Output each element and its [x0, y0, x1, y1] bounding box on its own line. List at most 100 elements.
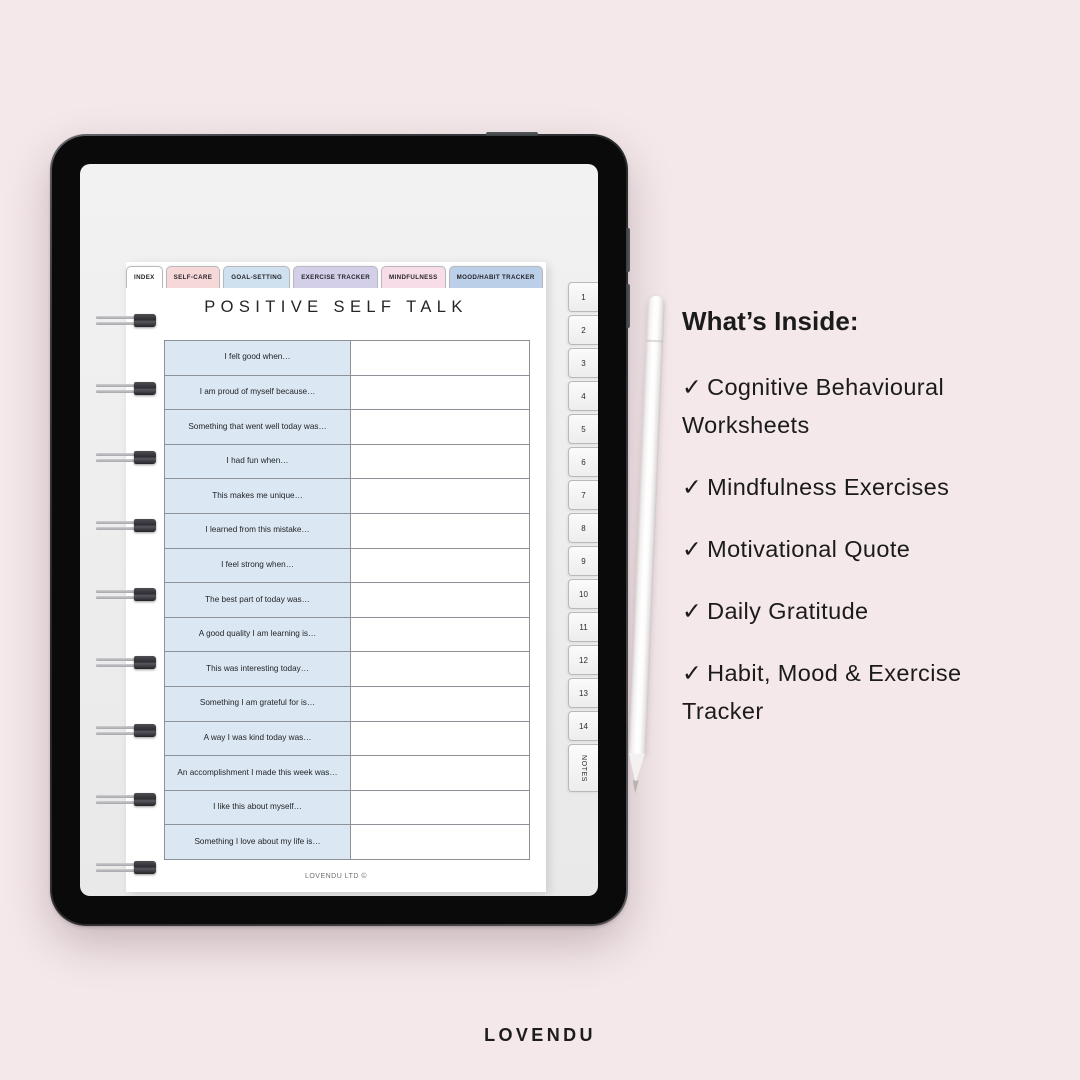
list-item-label: Cognitive Behavioural Worksheets [682, 374, 945, 439]
answer-input[interactable] [351, 479, 529, 513]
check-icon: ✓ [682, 374, 703, 400]
table-row: I like this about myself… [165, 790, 529, 826]
prompt-label: A good quality I am learning is… [165, 617, 351, 652]
prompt-label: The best part of today was… [165, 583, 351, 617]
page-tab-3[interactable]: 3 [568, 348, 598, 378]
category-tab-bar: INDEX SELF-CARE GOAL-SETTING EXERCISE TRACK… [126, 266, 543, 288]
answer-input[interactable] [351, 756, 529, 790]
prompt-label: This makes me unique… [165, 479, 351, 513]
power-button[interactable] [486, 132, 538, 136]
tablet-device: INDEX SELF-CARE GOAL-SETTING EXERCISE TRACK… [50, 132, 630, 926]
whats-inside-panel: What’s Inside: ✓ Cognitive Behavioural Wo… [682, 306, 1038, 754]
stylus-pencil [627, 295, 665, 794]
category-tab-goal-setting[interactable]: GOAL-SETTING [223, 266, 291, 288]
prompt-label: Something that went well today was… [165, 410, 351, 444]
spiral-ring [96, 382, 156, 396]
answer-input[interactable] [351, 721, 529, 756]
category-tab-mood-habit-tracker[interactable]: MOOD/HABIT TRACKER [448, 266, 543, 288]
whats-inside-heading: What’s Inside: [682, 306, 859, 336]
page-tab-8[interactable]: 8 [568, 513, 598, 543]
answer-input[interactable] [351, 513, 529, 548]
prompt-label: I felt good when… [165, 341, 351, 375]
page-tab-12[interactable]: 12 [568, 645, 598, 675]
page-tab-9[interactable]: 9 [568, 546, 598, 576]
table-row: I am proud of myself because… [165, 375, 529, 411]
list-item-label: Motivational Quote [707, 536, 911, 563]
pencil-cone [627, 753, 645, 784]
list-item: ✓ Motivational Quote [682, 530, 1038, 568]
page-tab-4[interactable]: 4 [568, 381, 598, 411]
page-tab-13[interactable]: 13 [568, 678, 598, 708]
category-tab-index[interactable]: INDEX [126, 266, 163, 288]
answer-input[interactable] [351, 790, 529, 825]
answer-input[interactable] [351, 375, 529, 410]
category-tab-exercise-tracker[interactable]: EXERCISE TRACKER [293, 266, 379, 288]
prompt-label: I feel strong when… [165, 548, 351, 583]
table-row: The best part of today was… [165, 583, 529, 618]
list-item-label: Habit, Mood & Exercise Tracker [682, 660, 962, 725]
prompt-label: Something I am grateful for is… [165, 686, 351, 721]
prompt-label: A way I was kind today was… [165, 721, 351, 756]
table-row: I learned from this mistake… [165, 513, 529, 549]
table-row: I felt good when… [165, 341, 529, 376]
spiral-ring [96, 587, 156, 601]
answer-input[interactable] [351, 444, 529, 479]
answer-input[interactable] [351, 410, 529, 444]
prompt-label: Something I love about my life is… [165, 825, 351, 859]
pencil-body [628, 295, 665, 756]
volume-down-button[interactable] [626, 284, 630, 328]
prompt-label: I like this about myself… [165, 790, 351, 825]
brand-footer: LOVENDU [484, 1025, 596, 1045]
table-row: This was interesting today… [165, 652, 529, 687]
list-item: ✓ Habit, Mood & Exercise Tracker [682, 654, 1038, 730]
planner-page: POSITIVE SELF TALK I felt good when… I am… [126, 262, 546, 892]
table-row: Something that went well today was… [165, 410, 529, 445]
table-row: A good quality I am learning is… [165, 617, 529, 653]
table-row: A way I was kind today was… [165, 721, 529, 757]
page-tab-10[interactable]: 10 [568, 579, 598, 609]
table-row: I feel strong when… [165, 548, 529, 584]
answer-input[interactable] [351, 686, 529, 721]
spiral-ring [96, 519, 156, 533]
check-icon: ✓ [682, 474, 703, 501]
table-row: An accomplishment I made this week was… [165, 756, 529, 791]
spiral-ring [96, 450, 156, 464]
category-tab-self-care[interactable]: SELF-CARE [165, 266, 221, 288]
page-tab-7[interactable]: 7 [568, 480, 598, 510]
page-tab-14[interactable]: 14 [568, 711, 598, 741]
page-tab-5[interactable]: 5 [568, 414, 598, 444]
spiral-ring [96, 792, 156, 806]
spiral-ring [96, 655, 156, 669]
list-item-label: Daily Gratitude [707, 598, 869, 625]
page-tab-11[interactable]: 11 [568, 612, 598, 642]
answer-input[interactable] [351, 825, 529, 859]
spiral-ring [96, 861, 156, 874]
page-title: POSITIVE SELF TALK [204, 298, 468, 316]
answer-input[interactable] [351, 617, 529, 652]
prompt-label: I learned from this mistake… [165, 513, 351, 548]
prompt-label: This was interesting today… [165, 652, 351, 686]
page-tab-1[interactable]: 1 [568, 282, 598, 312]
table-row: Something I love about my life is… [165, 825, 529, 860]
page-tab-6[interactable]: 6 [568, 447, 598, 477]
spiral-ring [96, 724, 156, 738]
positive-self-talk-table: I felt good when… I am proud of myself be… [164, 340, 530, 860]
prompt-label: An accomplishment I made this week was… [165, 756, 351, 790]
whats-inside-list: ✓ Cognitive Behavioural Worksheets ✓ Mindfu… [682, 368, 1038, 730]
list-item: ✓ Mindfulness Exercises [682, 468, 1038, 506]
category-tab-mindfulness[interactable]: MINDFULNESS [381, 266, 446, 288]
page-number-tab-strip: 1 2 3 4 5 6 7 8 9 10 11 12 13 14 NOTES [568, 282, 598, 792]
table-row: This makes me unique… [165, 479, 529, 514]
table-row: I had fun when… [165, 444, 529, 480]
answer-input[interactable] [351, 341, 529, 375]
volume-up-button[interactable] [626, 228, 630, 272]
answer-input[interactable] [351, 548, 529, 583]
spiral-ring [96, 314, 156, 327]
answer-input[interactable] [351, 652, 529, 686]
pencil-tip [632, 780, 639, 794]
page-tab-2[interactable]: 2 [568, 315, 598, 345]
check-icon: ✓ [682, 536, 703, 563]
page-tab-notes[interactable]: NOTES [568, 744, 598, 792]
spiral-binding [96, 314, 156, 874]
answer-input[interactable] [351, 583, 529, 617]
